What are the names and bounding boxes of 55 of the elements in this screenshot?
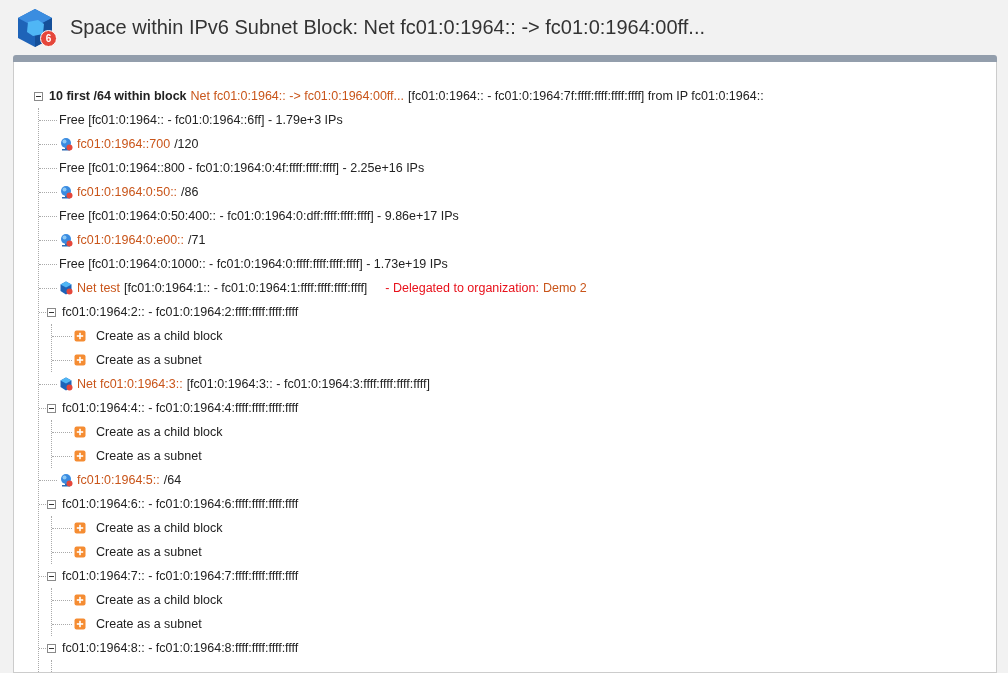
page-title: Space within IPv6 Subnet Block: Net fc01:0:1964:: -> fc01:0:1964:00ff... <box>70 16 706 39</box>
net-link[interactable]: Net fc01:0:1964:3:: <box>77 377 183 391</box>
add-icon <box>74 426 86 438</box>
collapse-toggle[interactable] <box>47 307 56 317</box>
prefix-text: /86 <box>181 185 199 199</box>
collapse-toggle[interactable] <box>47 499 56 509</box>
collapse-toggle[interactable] <box>34 91 43 101</box>
block-link[interactable]: Net fc01:0:1964:: -> fc01:0:1964:00ff... <box>190 89 404 103</box>
network-icon <box>59 473 73 487</box>
organization-link[interactable]: Demo 2 <box>542 281 587 295</box>
prefix-text: /64 <box>163 473 182 487</box>
network-icon <box>59 185 73 199</box>
range-text: [fc01:0:1964:1:: - fc01:0:1964:1:ffff:ffff:ffff:ffff] <box>124 281 368 295</box>
cube-icon <box>59 377 73 391</box>
network-icon <box>59 233 73 247</box>
subnet-link[interactable]: fc01:0:1964:0:e00:: <box>77 233 185 247</box>
range-text: fc01:0:1964:7:: - fc01:0:1964:7:ffff:ffff:ffff:ffff <box>62 569 299 583</box>
prefix-text: /120 <box>174 137 199 151</box>
cube-icon <box>59 281 73 295</box>
collapse-toggle[interactable] <box>47 571 56 581</box>
add-icon <box>74 354 86 366</box>
subnet-link[interactable]: fc01:0:1964:5:: <box>77 473 160 487</box>
range-text: fc01:0:1964:8:: - fc01:0:1964:8:ffff:ffff:ffff:ffff <box>62 641 299 655</box>
range-text: fc01:0:1964:6:: - fc01:0:1964:6:ffff:ffff:ffff:ffff <box>62 497 299 511</box>
block-label: 10 first /64 within block <box>49 89 187 103</box>
range-text: fc01:0:1964:2:: - fc01:0:1964:2:ffff:ffff:ffff:ffff <box>62 305 299 319</box>
free-range-text: Free [fc01:0:1964:: - fc01:0:1964::6ff] - 1.79e+3 IPs <box>59 113 343 127</box>
add-icon <box>74 546 86 558</box>
subnet-link[interactable]: fc01:0:1964::700 <box>77 137 171 151</box>
add-icon <box>74 618 86 630</box>
range-text: [fc01:0:1964:3:: - fc01:0:1964:3:ffff:ffff:ffff:ffff] <box>186 377 430 391</box>
add-icon <box>74 330 86 342</box>
free-range-text: Free [fc01:0:1964::800 - fc01:0:1964:0:4f:ffff:ffff:ffff] - 2.25e+16 IPs <box>59 161 425 175</box>
prefix-text: /71 <box>188 233 206 247</box>
create-link[interactable]: Create as a subnet <box>96 353 202 367</box>
create-link[interactable]: Create as a child block <box>96 329 223 343</box>
network-icon <box>59 137 73 151</box>
create-link[interactable]: Create as a subnet <box>96 545 202 559</box>
collapse-toggle[interactable] <box>47 403 56 413</box>
create-link[interactable]: Create as a child block <box>96 521 223 535</box>
subnet-link[interactable]: fc01:0:1964:0:50:: <box>77 185 178 199</box>
delegation-text: - Delegated to organization: <box>385 281 539 295</box>
range-text: [fc01:0:1964:: - fc01:0:1964:7f:ffff:ffff:ffff:ffff] from IP fc01:0:1964:: <box>408 89 764 103</box>
create-link[interactable]: Create as a child block <box>96 593 223 607</box>
create-link[interactable]: Create as a child block <box>96 425 223 439</box>
range-text: fc01:0:1964:4:: - fc01:0:1964:4:ffff:ffff:ffff:ffff <box>62 401 299 415</box>
add-icon <box>74 450 86 462</box>
add-icon <box>74 522 86 534</box>
create-link[interactable]: Create as a subnet <box>96 617 202 631</box>
net-link[interactable]: Net test <box>77 281 121 295</box>
free-range-text: Free [fc01:0:1964:0:50:400:: - fc01:0:1964:0:dff:ffff:ffff:ffff] - 9.86e+17 IPs <box>59 209 459 223</box>
create-link[interactable]: Create as a subnet <box>96 449 202 463</box>
collapse-toggle[interactable] <box>47 643 56 653</box>
free-range-text: Free [fc01:0:1964:0:1000:: - fc01:0:1964:0:ffff:ffff:ffff:ffff] - 1.73e+19 IPs <box>59 257 448 271</box>
add-icon <box>74 594 86 606</box>
